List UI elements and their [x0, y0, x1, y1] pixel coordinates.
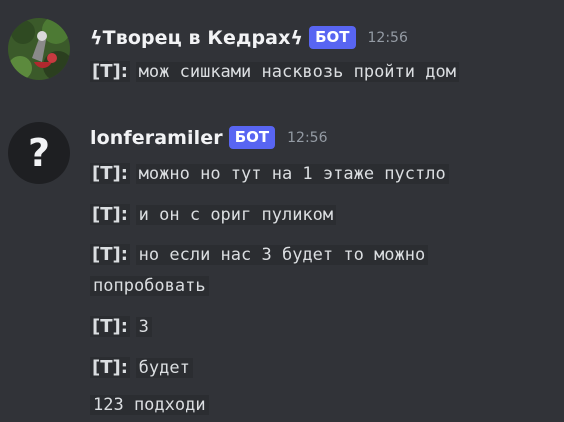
bot-badge: БОТ [228, 126, 276, 149]
avatar[interactable]: ? [8, 122, 70, 184]
message-line: [T]: можно но тут на 1 этаже пустло [90, 159, 449, 189]
bot-badge: БОТ [309, 26, 356, 49]
message-text: 123 подходи [90, 395, 209, 415]
message-line: [T]: мож сишками насквозь пройти дом [90, 57, 459, 87]
avatar-image [8, 18, 70, 80]
message-text: будет [135, 358, 193, 378]
timestamp[interactable]: 12:56 [368, 30, 408, 46]
avatar[interactable] [8, 18, 70, 80]
message-text: попробовать [90, 276, 209, 296]
timestamp[interactable]: 12:56 [287, 130, 327, 146]
message-text: и он с ориг пуликом [135, 205, 337, 225]
tag-label: [T]: [90, 163, 130, 184]
message-text: 3 [135, 317, 152, 337]
message-header: ϟТворец в Кедрахϟ БОТ 12:56 [90, 26, 408, 49]
tag-label: [T]: [90, 357, 130, 378]
message-line: [T]: но если нас 3 будет то можно [90, 240, 429, 270]
username[interactable]: lonferamiler [90, 127, 223, 149]
message-text: но если нас 3 будет то можно [135, 245, 429, 265]
tag-label: [T]: [90, 316, 130, 337]
username[interactable]: ϟТворец в Кедрахϟ [90, 27, 303, 49]
message-text: можно но тут на 1 этаже пустло [135, 164, 449, 184]
message-text: мож сишками насквозь пройти дом [135, 62, 459, 82]
tag-label: [T]: [90, 61, 130, 82]
message-line: [T]: будет [90, 353, 193, 383]
message-header: lonferamiler БОТ 12:56 [90, 126, 328, 149]
message-group-2: ? lonferamiler БОТ 12:56 [T]: можно но т… [0, 110, 564, 422]
tag-label: [T]: [90, 244, 130, 265]
message-group-1: ϟТворец в Кедрахϟ БОТ 12:56 [T]: мож сиш… [0, 0, 564, 110]
message-line: [T]: 3 [90, 312, 152, 342]
question-mark-icon: ? [27, 131, 51, 175]
message-line: 123 подходи [90, 390, 209, 420]
tag-label: [T]: [90, 204, 130, 225]
message-line-continued: попробовать [90, 271, 209, 301]
message-line: [T]: и он с ориг пуликом [90, 200, 337, 230]
